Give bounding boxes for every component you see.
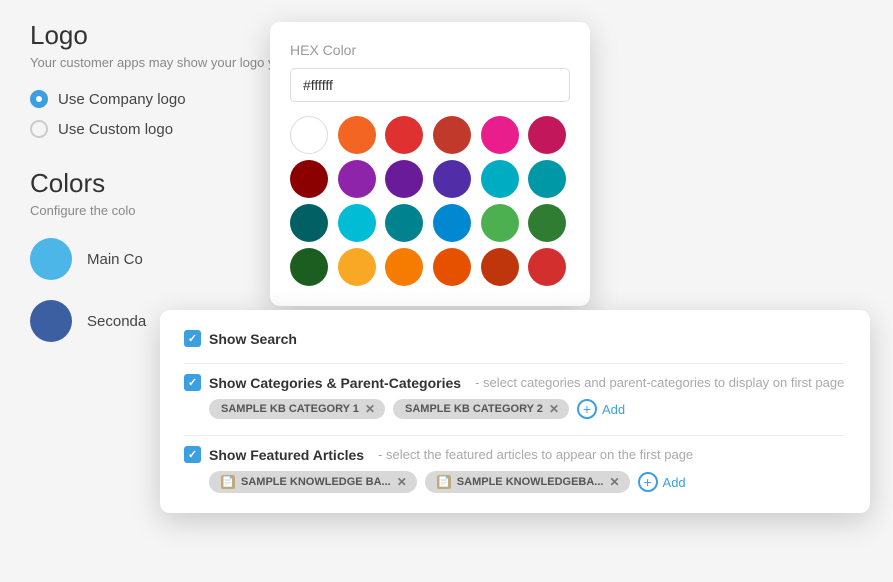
show-categories-checkbox-container[interactable]: Show Categories & Parent-Categories - se…	[184, 374, 844, 391]
swatch-yellow[interactable]	[338, 248, 376, 286]
add-article-label: Add	[663, 475, 686, 490]
swatch-orange[interactable]	[338, 116, 376, 154]
show-search-checkbox-container[interactable]: Show Search	[184, 330, 297, 347]
show-categories-row: Show Categories & Parent-Categories - se…	[184, 374, 846, 419]
show-search-row: Show Search	[184, 330, 846, 347]
show-articles-label: Show Featured Articles	[209, 447, 364, 463]
categories-tags-row: SAMPLE KB CATEGORY 1 ✕ SAMPLE KB CATEGOR…	[184, 399, 846, 419]
category-tag-1[interactable]: SAMPLE KB CATEGORY 1 ✕	[209, 399, 385, 419]
swatch-pink[interactable]	[481, 116, 519, 154]
swatch-crimson[interactable]	[528, 248, 566, 286]
hex-picker-card: HEX Color	[270, 22, 590, 306]
main-color-dot[interactable]	[30, 238, 72, 280]
show-articles-row: Show Featured Articles - select the feat…	[184, 446, 846, 493]
add-category-icon: +	[577, 399, 597, 419]
swatch-cyan[interactable]	[481, 160, 519, 198]
secondary-color-label: Seconda	[87, 313, 146, 330]
category-tag-1-close[interactable]: ✕	[365, 403, 375, 415]
radio-company-label: Use Company logo	[58, 91, 186, 108]
radio-company-circle[interactable]	[30, 90, 48, 108]
hex-input[interactable]	[290, 68, 570, 102]
show-categories-label: Show Categories & Parent-Categories	[209, 375, 461, 391]
swatch-deeporange[interactable]	[433, 248, 471, 286]
swatch-deepteal[interactable]	[290, 204, 328, 242]
category-tag-2[interactable]: SAMPLE KB CATEGORY 2 ✕	[393, 399, 569, 419]
category-tag-2-label: SAMPLE KB CATEGORY 2	[405, 403, 543, 415]
swatch-purple[interactable]	[338, 160, 376, 198]
secondary-color-dot[interactable]	[30, 300, 72, 342]
color-grid	[290, 116, 570, 286]
show-search-label: Show Search	[209, 331, 297, 347]
article-tag-1-icon: 📄	[221, 475, 235, 489]
category-tag-2-close[interactable]: ✕	[549, 403, 559, 415]
swatch-maroon[interactable]	[290, 160, 328, 198]
article-tag-2[interactable]: 📄 SAMPLE KNOWLEDGEBA... ✕	[425, 471, 630, 493]
swatch-white[interactable]	[290, 116, 328, 154]
swatch-blue[interactable]	[433, 204, 471, 242]
swatch-darkcyan[interactable]	[385, 204, 423, 242]
swatch-lightcyan[interactable]	[338, 204, 376, 242]
hex-picker-title: HEX Color	[290, 42, 570, 58]
main-color-label: Main Co	[87, 251, 143, 268]
radio-custom-label: Use Custom logo	[58, 121, 173, 138]
show-articles-checkbox-container[interactable]: Show Featured Articles - select the feat…	[184, 446, 693, 463]
settings-card: Show Search Show Categories & Parent-Cat…	[160, 310, 870, 513]
show-categories-checkbox[interactable]	[184, 374, 201, 391]
radio-custom-circle[interactable]	[30, 120, 48, 138]
swatch-red[interactable]	[385, 116, 423, 154]
swatch-brick[interactable]	[481, 248, 519, 286]
show-articles-desc: - select the featured articles to appear…	[378, 447, 693, 462]
article-tag-1-close[interactable]: ✕	[397, 476, 407, 488]
swatch-amber[interactable]	[385, 248, 423, 286]
swatch-lightgreen[interactable]	[481, 204, 519, 242]
add-category-button[interactable]: + Add	[577, 399, 625, 419]
swatch-teal[interactable]	[528, 160, 566, 198]
show-search-checkbox[interactable]	[184, 330, 201, 347]
swatch-darkred[interactable]	[433, 116, 471, 154]
show-categories-desc: - select categories and parent-categorie…	[475, 375, 844, 390]
add-article-icon: +	[638, 472, 658, 492]
article-tag-1[interactable]: 📄 SAMPLE KNOWLEDGE BA... ✕	[209, 471, 417, 493]
swatch-indigo[interactable]	[433, 160, 471, 198]
article-tag-2-icon: 📄	[437, 475, 451, 489]
article-tag-2-close[interactable]: ✕	[609, 476, 619, 488]
article-tag-1-label: SAMPLE KNOWLEDGE BA...	[241, 476, 391, 488]
show-articles-checkbox[interactable]	[184, 446, 201, 463]
category-tag-1-label: SAMPLE KB CATEGORY 1	[221, 403, 359, 415]
swatch-green[interactable]	[528, 204, 566, 242]
swatch-magenta[interactable]	[528, 116, 566, 154]
add-category-label: Add	[602, 402, 625, 417]
article-tag-2-label: SAMPLE KNOWLEDGEBA...	[457, 476, 604, 488]
articles-tags-row: 📄 SAMPLE KNOWLEDGE BA... ✕ 📄 SAMPLE KNOW…	[184, 471, 846, 493]
swatch-darkpurple[interactable]	[385, 160, 423, 198]
swatch-darkgreen[interactable]	[290, 248, 328, 286]
add-article-button[interactable]: + Add	[638, 472, 686, 492]
divider-2	[184, 435, 846, 436]
divider-1	[184, 363, 846, 364]
